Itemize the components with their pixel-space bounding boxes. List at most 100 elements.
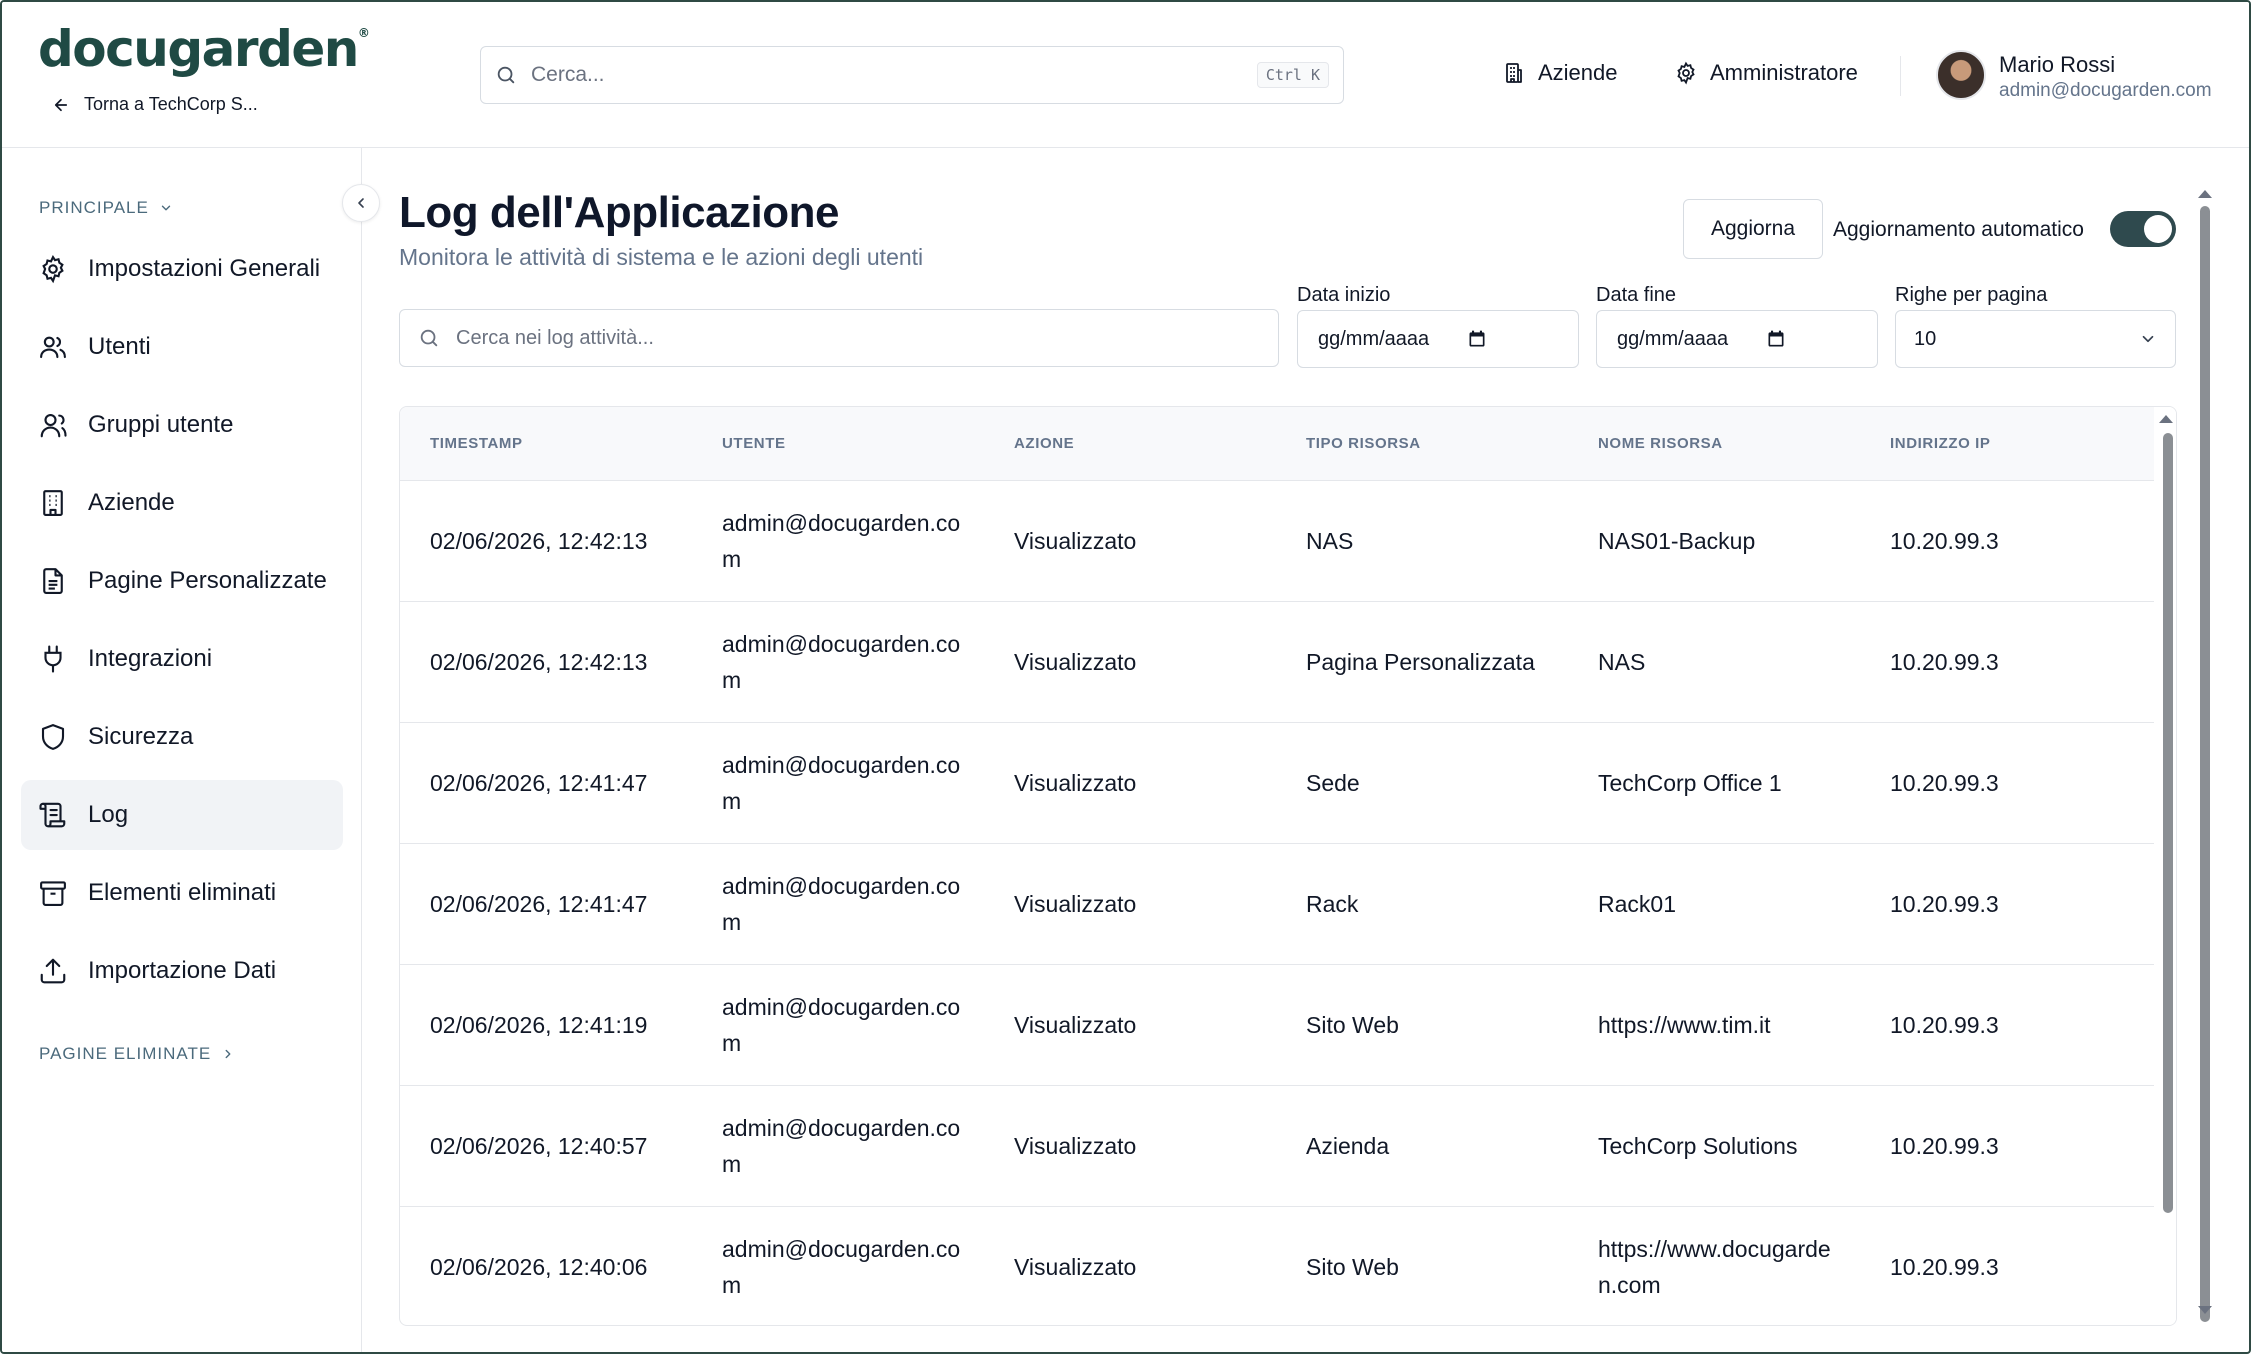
calendar-icon[interactable] bbox=[1766, 329, 1786, 349]
shield-icon bbox=[41, 724, 65, 750]
search-icon bbox=[420, 329, 438, 347]
cell-ip: 10.20.99.3 bbox=[1890, 891, 1999, 917]
cell-action: Visualizzato bbox=[1014, 770, 1137, 796]
table-row[interactable]: 02/06/2026, 12:42:13 admin@docugarden.co… bbox=[400, 481, 2155, 602]
sidebar-item-pagine-personalizzate[interactable]: Pagine Personalizzate bbox=[21, 546, 343, 616]
cell-timestamp: 02/06/2026, 12:40:57 bbox=[430, 1133, 648, 1159]
nav-amministratore-label: Amministratore bbox=[1710, 60, 1858, 85]
scroll-up-arrow[interactable] bbox=[2159, 415, 2173, 423]
scroll-up-arrow[interactable] bbox=[2198, 190, 2212, 198]
cell-resource-type: Sito Web bbox=[1306, 1012, 1399, 1038]
nav-aziende[interactable]: Aziende bbox=[1502, 60, 1618, 86]
sidebar-item-label: Gruppi utente bbox=[88, 411, 234, 438]
cell-action: Visualizzato bbox=[1014, 528, 1137, 554]
sidebar-item-label: Aziende bbox=[88, 489, 175, 516]
cell-resource-type: Azienda bbox=[1306, 1133, 1390, 1159]
page-scrollbar-thumb[interactable] bbox=[2200, 206, 2210, 1322]
sidebar-item-label: Integrazioni bbox=[88, 645, 213, 672]
table-row[interactable]: 02/06/2026, 12:40:57 admin@docugarden.co… bbox=[400, 1086, 2155, 1207]
rows-per-page-label: Righe per pagina bbox=[1895, 284, 2048, 306]
building-icon bbox=[1506, 63, 1522, 83]
table-row[interactable]: 02/06/2026, 12:41:19 admin@docugarden.co… bbox=[400, 965, 2155, 1086]
avatar[interactable] bbox=[1936, 50, 1986, 100]
sidebar-item-log[interactable]: Log bbox=[21, 780, 343, 850]
back-link-label: Torna a TechCorp S... bbox=[84, 94, 258, 114]
user-email: admin@docugarden.com bbox=[1999, 80, 2212, 101]
sidebar-section-principale-label: PRINCIPALE bbox=[39, 198, 149, 217]
cell-resource-name: TechCorp Solutions bbox=[1598, 1133, 1798, 1159]
users-icon bbox=[40, 336, 66, 359]
global-search-input[interactable] bbox=[531, 63, 1243, 87]
end-date-input[interactable]: gg/mm/aaaa bbox=[1596, 310, 1878, 368]
cell-ip: 10.20.99.3 bbox=[1890, 528, 1999, 554]
cell-timestamp: 02/06/2026, 12:41:47 bbox=[430, 770, 648, 796]
table-row[interactable]: 02/06/2026, 12:41:47 admin@docugarden.co… bbox=[400, 723, 2155, 844]
cell-ip: 10.20.99.3 bbox=[1890, 1254, 1999, 1280]
sidebar-section-principale[interactable]: PRINCIPALE bbox=[39, 198, 173, 218]
column-header-nome-risorsa[interactable]: NOME RISORSA bbox=[1598, 435, 1723, 452]
search-icon bbox=[497, 66, 515, 84]
arrow-left-icon bbox=[54, 98, 68, 111]
sidebar-section-pagine-eliminate[interactable]: PAGINE ELIMINATE bbox=[39, 1044, 235, 1064]
rows-per-page-select[interactable]: 10 bbox=[1895, 310, 2176, 368]
end-date-value: gg/mm/aaaa bbox=[1617, 327, 1729, 350]
cell-action: Visualizzato bbox=[1014, 649, 1137, 675]
cell-resource-type: Rack bbox=[1306, 891, 1359, 917]
column-header-utente[interactable]: UTENTE bbox=[722, 435, 786, 452]
table-row[interactable]: 02/06/2026, 12:40:06 admin@docugarden.co… bbox=[400, 1207, 2155, 1325]
cell-user: admin@docugarden.com bbox=[722, 873, 961, 935]
cell-timestamp: 02/06/2026, 12:40:06 bbox=[430, 1254, 648, 1280]
cell-action: Visualizzato bbox=[1014, 1254, 1137, 1280]
sidebar-item-integrazioni[interactable]: Integrazioni bbox=[21, 624, 343, 694]
user-name: Mario Rossi bbox=[1999, 52, 2116, 77]
column-header-timestamp[interactable]: TIMESTAMP bbox=[430, 435, 523, 452]
sidebar-item-elementi-eliminati[interactable]: Elementi eliminati bbox=[21, 858, 343, 928]
global-search[interactable]: Ctrl K bbox=[480, 46, 1344, 104]
table-row[interactable]: 02/06/2026, 12:42:13 admin@docugarden.co… bbox=[400, 602, 2155, 723]
table-header: TIMESTAMP UTENTE AZIONE TIPO RISORSA NOM… bbox=[400, 407, 2155, 481]
end-date-label: Data fine bbox=[1596, 284, 1677, 306]
table-scrollbar[interactable] bbox=[2154, 407, 2176, 1325]
table-row[interactable]: 02/06/2026, 12:41:47 admin@docugarden.co… bbox=[400, 844, 2155, 965]
auto-refresh-toggle[interactable] bbox=[2110, 211, 2176, 247]
sidebar-item-label: Importazione Dati bbox=[88, 957, 277, 984]
sidebar-item-label: Utenti bbox=[88, 333, 151, 360]
sidebar-item-importazione-dati[interactable]: Importazione Dati bbox=[21, 936, 343, 1006]
log-search-input[interactable] bbox=[456, 326, 1260, 350]
refresh-button[interactable]: Aggiorna bbox=[1683, 199, 1823, 259]
sidebar-collapse-button[interactable] bbox=[342, 184, 380, 222]
scroll-down-arrow[interactable] bbox=[2198, 1306, 2212, 1314]
sidebar-item-aziende[interactable]: Aziende bbox=[21, 468, 343, 538]
sidebar-section-pagine-eliminate-label: PAGINE ELIMINATE bbox=[39, 1044, 212, 1063]
sidebar-item-utenti[interactable]: Utenti bbox=[21, 312, 343, 382]
upload-icon bbox=[40, 958, 66, 984]
cell-ip: 10.20.99.3 bbox=[1890, 1133, 1999, 1159]
sidebar-item-impostazioni-generali[interactable]: Impostazioni Generali bbox=[21, 234, 343, 304]
logo-text: docugarden bbox=[38, 20, 359, 78]
log-search[interactable] bbox=[399, 309, 1279, 367]
cell-resource-name: https://www.tim.it bbox=[1598, 1012, 1771, 1038]
cell-timestamp: 02/06/2026, 12:42:13 bbox=[430, 528, 648, 554]
back-link[interactable]: Torna a TechCorp S... bbox=[52, 94, 258, 115]
document-icon bbox=[43, 568, 63, 594]
page-scrollbar[interactable] bbox=[2196, 188, 2216, 1322]
table-scrollbar-thumb[interactable] bbox=[2163, 433, 2173, 1213]
archive-icon bbox=[40, 881, 66, 906]
page-subtitle: Monitora le attività di sistema e le azi… bbox=[399, 244, 924, 270]
nav-amministratore[interactable]: Amministratore bbox=[1674, 60, 1858, 86]
column-header-azione[interactable]: AZIONE bbox=[1014, 435, 1074, 452]
column-header-tipo-risorsa[interactable]: TIPO RISORSA bbox=[1306, 435, 1421, 452]
cell-ip: 10.20.99.3 bbox=[1890, 1012, 1999, 1038]
sidebar-item-sicurezza[interactable]: Sicurezza bbox=[21, 702, 343, 772]
start-date-input[interactable]: gg/mm/aaaa bbox=[1297, 310, 1579, 368]
start-date-label: Data inizio bbox=[1297, 284, 1391, 306]
calendar-icon[interactable] bbox=[1467, 329, 1487, 349]
auto-refresh-label: Aggiornamento automatico bbox=[1833, 218, 2084, 241]
app-window: docugarden® Torna a TechCorp S... Ctrl K… bbox=[0, 0, 2251, 1354]
logo[interactable]: docugarden® bbox=[38, 20, 370, 78]
sidebar-item-gruppi-utente[interactable]: Gruppi utente bbox=[21, 390, 343, 460]
cell-user: admin@docugarden.com bbox=[722, 1236, 961, 1298]
cell-user: admin@docugarden.com bbox=[722, 752, 961, 814]
page-title: Log dell'Applicazione bbox=[399, 188, 839, 237]
column-header-indirizzo-ip[interactable]: INDIRIZZO IP bbox=[1890, 435, 1991, 452]
